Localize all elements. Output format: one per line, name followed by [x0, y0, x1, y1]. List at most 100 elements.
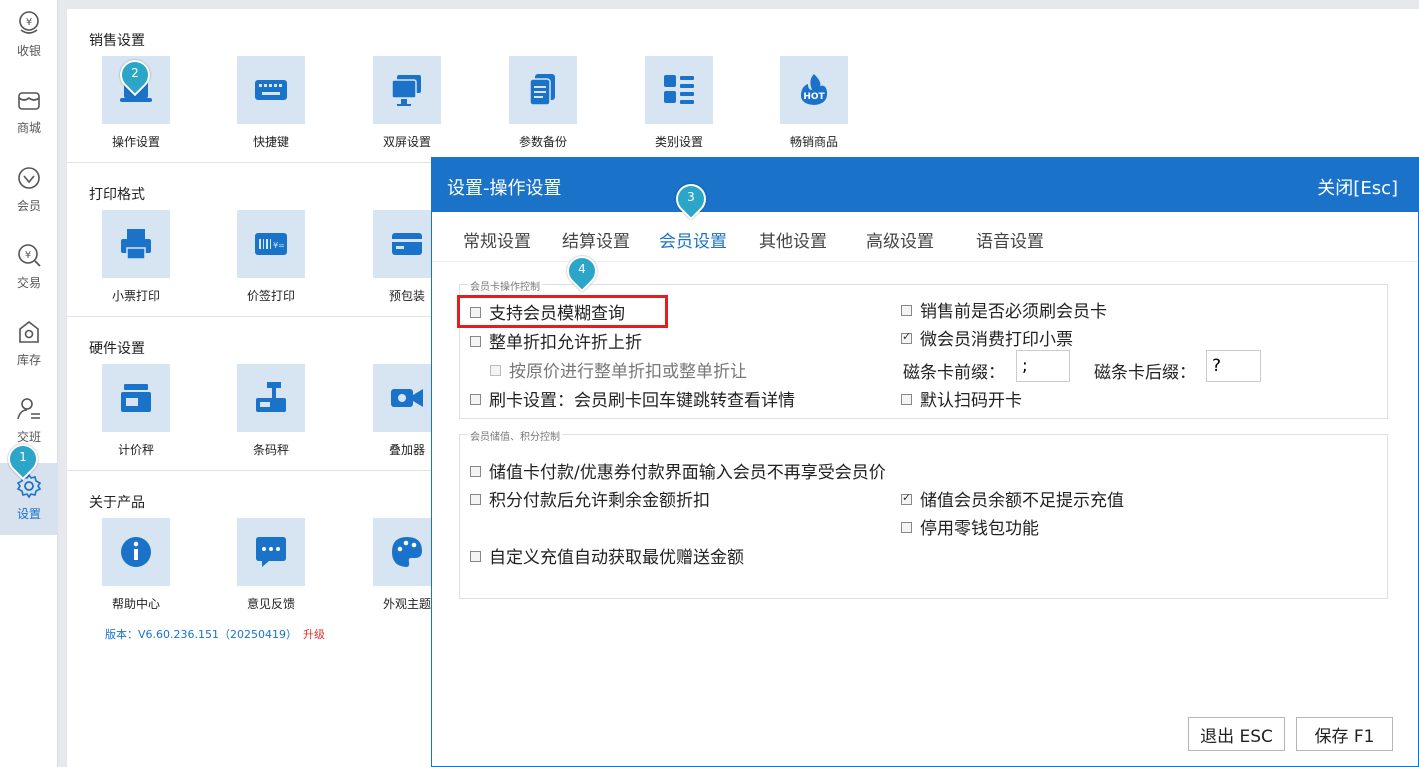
option-label: 微会员消费打印小票 — [920, 330, 1073, 350]
tile-label: 畅销商品 — [789, 135, 838, 149]
video-camera-icon — [391, 389, 423, 407]
checkbox[interactable] — [901, 305, 912, 316]
option-wechat-member-receipt[interactable]: 微会员消费打印小票 — [901, 325, 1073, 350]
category-list-icon — [664, 75, 694, 104]
step-marker: 1 — [1, 437, 45, 481]
dual-screen-icon — [391, 75, 421, 106]
option-custom-recharge-best-bonus[interactable]: 自定义充值自动获取最优赠送金额 — [470, 543, 744, 568]
tile-parameter-backup[interactable]: 参数备份 — [498, 56, 588, 150]
svg-text:¥: ¥ — [25, 250, 31, 261]
tab-checkout[interactable]: 结算设置 — [562, 227, 630, 252]
sidebar-item-label: 交班 — [16, 430, 41, 444]
group-title: 会员卡操作控制 — [468, 278, 542, 293]
checkbox[interactable] — [470, 551, 481, 562]
option-low-balance-recharge-prompt[interactable]: 储值会员余额不足提示充值 — [901, 486, 1124, 511]
version-info: 版本：V6.60.236.151（20250419） 升级 — [105, 626, 325, 642]
tile-bestsellers[interactable]: HOT 畅销商品 — [769, 56, 859, 150]
document-backup-icon — [529, 74, 555, 106]
sidebar-item-label: 库存 — [16, 353, 41, 367]
sidebar-item-label: 商城 — [16, 121, 41, 135]
tile-label: 计价秤 — [117, 443, 154, 457]
sales-settings-section: 销售设置 操作设置 快捷键 双屏设置 参数备份 类别设置 HOT 畅销商品 — [67, 9, 1419, 163]
checkbox[interactable] — [901, 522, 912, 533]
checkbox[interactable] — [470, 394, 481, 405]
option-default-scan-open-card[interactable]: 默认扫码开卡 — [901, 386, 1022, 411]
tab-member[interactable]: 会员设置 — [659, 227, 727, 252]
option-label: 积分付款后允许剩余金额折扣 — [489, 491, 710, 511]
tile-label: 意见反馈 — [246, 597, 295, 611]
sidebar-item-transaction[interactable]: ¥ 交易 — [0, 232, 58, 304]
tile-dual-screen[interactable]: 双屏设置 — [362, 56, 452, 150]
shift-handover-icon — [17, 398, 40, 420]
cash-register-icon: ¥ — [19, 11, 39, 34]
magstripe-prefix-input[interactable] — [1016, 350, 1070, 382]
price-tag-icon: ¥= — [255, 233, 287, 255]
tile-pricing-scale[interactable]: 计价秤 — [91, 364, 181, 458]
prepack-icon — [392, 233, 422, 255]
svg-text:HOT: HOT — [803, 92, 825, 102]
checkbox[interactable] — [470, 336, 481, 347]
shop-icon — [18, 92, 40, 110]
section-title: 销售设置 — [89, 33, 145, 49]
upgrade-link[interactable]: 升级 — [303, 628, 325, 641]
option-require-member-card[interactable]: 销售前是否必须刷会员卡 — [901, 297, 1107, 322]
tile-label: 双屏设置 — [382, 135, 431, 149]
checkbox[interactable] — [470, 466, 481, 477]
barcode-scale-icon — [256, 382, 286, 412]
tile-barcode-scale[interactable]: 条码秤 — [226, 364, 316, 458]
tile-price-tag-print[interactable]: ¥= 价签打印 — [226, 210, 316, 304]
operation-settings-dialog: 设置-操作设置 关闭[Esc] 常规设置 结算设置 会员设置 其他设置 高级设置… — [431, 157, 1419, 767]
option-label: 停用零钱包功能 — [920, 519, 1039, 539]
tab-voice[interactable]: 语音设置 — [976, 227, 1044, 252]
checkbox[interactable] — [470, 494, 481, 505]
sidebar-item-label: 设置 — [16, 507, 41, 521]
sidebar-item-cashier[interactable]: ¥ 收银 — [0, 0, 58, 72]
step-marker: 3 — [669, 177, 713, 221]
option-label: 默认扫码开卡 — [920, 391, 1022, 411]
tile-category-settings[interactable]: 类别设置 — [634, 56, 724, 150]
tab-other[interactable]: 其他设置 — [759, 227, 827, 252]
tile-help-center[interactable]: 帮助中心 — [91, 518, 181, 612]
member-stored-value-group: 会员储值、积分控制 储值卡付款/优惠券付款界面输入会员不再享受会员价 积分付款后… — [459, 428, 1388, 599]
option-stored-value-no-member-price[interactable]: 储值卡付款/优惠券付款界面输入会员不再享受会员价 — [470, 458, 886, 483]
svg-text:¥: ¥ — [26, 17, 32, 28]
info-icon — [121, 537, 151, 567]
exit-button[interactable]: 退出 ESC — [1188, 717, 1285, 751]
checkbox[interactable] — [901, 394, 912, 405]
step-marker: 4 — [560, 249, 604, 293]
dialog-header: 设置-操作设置 关闭[Esc] — [432, 158, 1418, 212]
sidebar-item-inventory[interactable]: 库存 — [0, 309, 58, 381]
option-original-price-discount[interactable]: 按原价进行整单折扣或整单折让 — [490, 357, 747, 382]
member-diamond-icon — [18, 167, 40, 189]
tile-receipt-print[interactable]: 小票打印 — [91, 210, 181, 304]
tile-label: 类别设置 — [654, 135, 703, 149]
tile-feedback[interactable]: 意见反馈 — [226, 518, 316, 612]
option-card-swipe-enter-details[interactable]: 刷卡设置：会员刷卡回车键跳转查看详情 — [470, 386, 795, 411]
checkbox[interactable] — [901, 330, 912, 344]
option-allow-stacked-discount[interactable]: 整单折扣允许折上折 — [470, 328, 642, 353]
sidebar: ¥ 收银 商城 会员 ¥ 交易 库存 交班 设置 — [0, 0, 58, 767]
magstripe-suffix-input[interactable] — [1206, 350, 1261, 382]
tile-label: 条码秤 — [252, 443, 289, 457]
tile-label: 操作设置 — [111, 135, 160, 149]
section-title: 关于产品 — [89, 495, 145, 511]
checkbox[interactable] — [490, 365, 501, 376]
tile-shortcut-keys[interactable]: 快捷键 — [226, 56, 316, 150]
tab-general[interactable]: 常规设置 — [463, 227, 531, 252]
sidebar-item-label: 收银 — [16, 44, 41, 58]
palette-icon — [392, 537, 422, 567]
option-disable-change-wallet[interactable]: 停用零钱包功能 — [901, 514, 1039, 539]
option-label: 按原价进行整单折扣或整单折让 — [509, 362, 747, 382]
tab-advanced[interactable]: 高级设置 — [866, 227, 934, 252]
tile-label: 价签打印 — [246, 289, 295, 303]
save-button[interactable]: 保存 F1 — [1296, 717, 1393, 751]
printer-icon — [121, 229, 151, 260]
inventory-icon — [19, 320, 39, 343]
tile-label: 快捷键 — [252, 135, 289, 149]
checkbox[interactable] — [901, 491, 912, 505]
sidebar-item-member[interactable]: 会员 — [0, 155, 58, 227]
option-points-remaining-discount[interactable]: 积分付款后允许剩余金额折扣 — [470, 486, 710, 511]
option-label: 刷卡设置：会员刷卡回车键跳转查看详情 — [489, 391, 795, 411]
dialog-close-button[interactable]: 关闭[Esc] — [1317, 174, 1398, 200]
sidebar-item-shop[interactable]: 商城 — [0, 77, 58, 149]
